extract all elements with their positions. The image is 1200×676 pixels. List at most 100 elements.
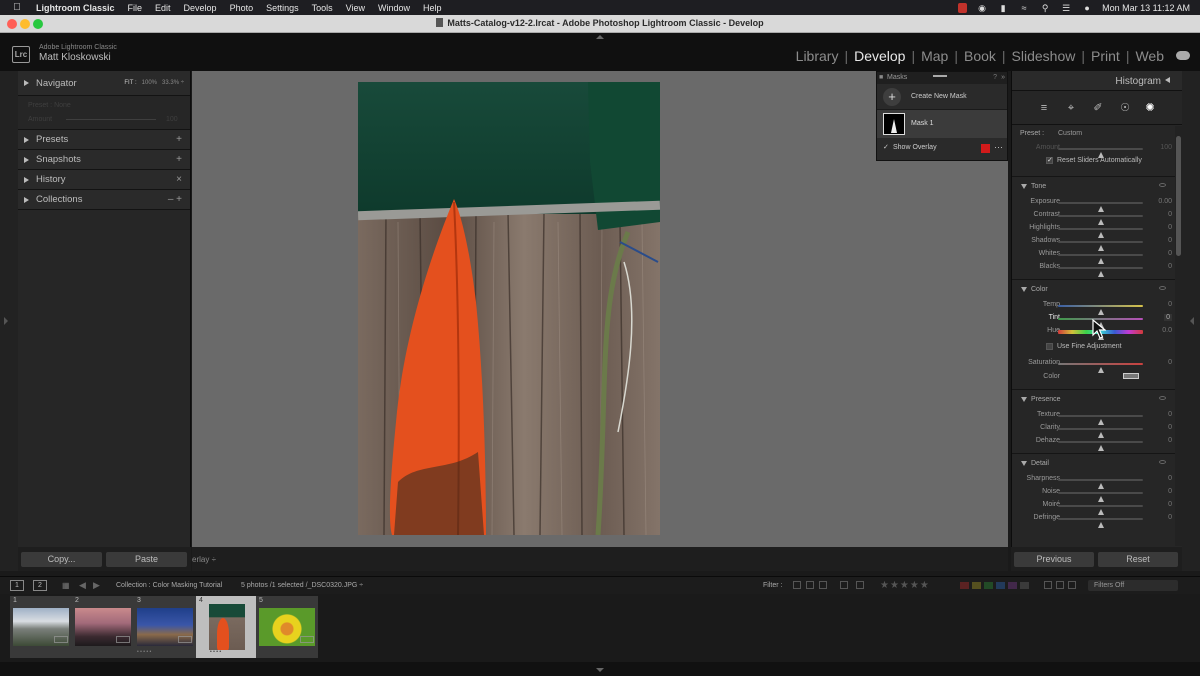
gray-label-filter[interactable] (1020, 582, 1029, 589)
moire-slider[interactable]: Moiré 0 (1012, 498, 1176, 515)
filmstrip-thumb[interactable]: 5 (256, 596, 318, 658)
menu-settings[interactable]: Settings (266, 3, 299, 13)
slider-track[interactable] (1058, 267, 1143, 277)
crop-icon[interactable]: ⌖ (1065, 102, 1077, 114)
cloud-sync-icon[interactable] (1176, 51, 1190, 60)
copy-button[interactable]: Copy... (21, 552, 102, 567)
kind-filter-icon[interactable] (1056, 581, 1064, 589)
reset-sliders-checkbox[interactable]: ✓ (1046, 157, 1053, 164)
kind-filter-icon[interactable] (1044, 581, 1052, 589)
noise-slider[interactable]: Noise 0 (1012, 485, 1176, 502)
slider-value[interactable]: 0 (1168, 488, 1172, 495)
recording-icon[interactable] (958, 2, 968, 13)
slider-value[interactable]: 0 (1168, 224, 1172, 231)
rating-filter-stars[interactable]: ★★★★★ (880, 580, 930, 591)
apple-icon[interactable]:  (10, 2, 24, 13)
battery-icon[interactable]: ▮ (997, 3, 1009, 13)
slider-track[interactable] (1058, 415, 1143, 425)
collections-header[interactable]: Collections – + (18, 190, 190, 210)
filters-dropdown[interactable]: Filters Off (1088, 580, 1178, 591)
whites-slider[interactable]: Whites 0 (1012, 247, 1176, 264)
module-map[interactable]: Map (915, 48, 954, 64)
slider-value[interactable]: 0 (1168, 501, 1172, 508)
sharpness-slider[interactable]: Sharpness 0 (1012, 472, 1176, 489)
menu-help[interactable]: Help (423, 3, 442, 13)
red-label-filter[interactable] (960, 582, 969, 589)
filmstrip-source[interactable]: Collection : Color Masking Tutorial (116, 582, 222, 589)
siri-icon[interactable]: ● (1081, 3, 1093, 13)
defringe-slider[interactable]: Defringe 0 (1012, 511, 1176, 528)
edit-filter-icon[interactable] (856, 581, 864, 589)
eye-icon[interactable] (1159, 460, 1166, 464)
more-options-icon[interactable]: ··· (994, 142, 1003, 152)
search-icon[interactable]: ⚲ (1039, 3, 1051, 13)
collections-add-remove-icon[interactable]: – + (168, 194, 182, 205)
masks-panel-header[interactable]: ■ Masks ? » (877, 72, 1007, 84)
slider-knob[interactable] (1097, 522, 1104, 528)
module-develop[interactable]: Develop (848, 48, 911, 64)
clarity-slider[interactable]: Clarity 0 (1012, 421, 1176, 438)
edit-filter-icon[interactable] (840, 581, 848, 589)
slider-value[interactable]: 0 (1168, 301, 1172, 308)
slider-track[interactable] (1058, 305, 1143, 315)
slider-track[interactable] (1058, 202, 1143, 212)
slider-track[interactable] (1058, 518, 1143, 528)
slider-value[interactable]: 0.00 (1158, 198, 1172, 205)
slider-knob[interactable] (1097, 271, 1104, 277)
reset-button[interactable]: Reset (1098, 552, 1178, 567)
collapse-top-panel-icon[interactable] (596, 35, 604, 39)
menu-tools[interactable]: Tools (312, 3, 333, 13)
slider-value[interactable]: 0 (1168, 424, 1172, 431)
add-preset-icon[interactable]: + (176, 134, 182, 145)
overlay-color-swatch[interactable] (981, 144, 990, 153)
module-web[interactable]: Web (1129, 48, 1170, 64)
fine-adjustment-checkbox[interactable] (1046, 343, 1053, 350)
add-snapshot-icon[interactable]: + (176, 154, 182, 165)
exposure-slider[interactable]: Exposure 0.00 (1012, 195, 1176, 212)
healing-icon[interactable]: ✐ (1092, 102, 1104, 114)
flag-filter-icon[interactable] (793, 581, 801, 589)
kind-filter-icon[interactable] (1068, 581, 1076, 589)
slider-knob[interactable] (1097, 445, 1104, 451)
menu-view[interactable]: View (346, 3, 365, 13)
previous-button[interactable]: Previous (1014, 552, 1094, 567)
slider-track[interactable] (1058, 505, 1143, 515)
wifi-icon[interactable]: ≈ (1018, 3, 1030, 13)
slider-track[interactable] (1058, 441, 1143, 451)
zoom-other[interactable]: 33.3% ÷ (162, 80, 184, 86)
photo-preview[interactable] (358, 82, 660, 535)
plus-icon[interactable]: + (883, 88, 901, 106)
module-print[interactable]: Print (1085, 48, 1126, 64)
edit-sliders-icon[interactable]: ≡ (1038, 102, 1050, 114)
slider-value[interactable]: 0 (1168, 437, 1172, 444)
eye-icon[interactable] (1159, 396, 1166, 400)
temp-slider[interactable]: Temp 0 (1012, 298, 1176, 315)
color-header[interactable]: Color (1012, 282, 1176, 298)
preset-value[interactable]: Custom (1058, 130, 1082, 137)
back-arrow-icon[interactable]: ◀ (79, 580, 86, 591)
slider-track[interactable] (1058, 492, 1143, 502)
slider-value[interactable]: 0 (1168, 475, 1172, 482)
module-book[interactable]: Book (958, 48, 1002, 64)
module-slideshow[interactable]: Slideshow (1006, 48, 1082, 64)
menu-file[interactable]: File (128, 3, 143, 13)
slider-track[interactable] (1058, 241, 1143, 251)
slider-value[interactable]: 100 (1160, 144, 1172, 151)
right-panel-scrollbar[interactable] (1175, 126, 1182, 546)
menu-photo[interactable]: Photo (230, 3, 254, 13)
filmstrip-thumb[interactable]: 1 (10, 596, 72, 658)
grid-view-icon[interactable]: ▦ (62, 581, 71, 590)
slider-value[interactable]: 0 (1168, 514, 1172, 521)
main-screen-button[interactable]: 1 (10, 580, 24, 591)
filmstrip-count[interactable]: 5 photos /1 selected /_DSC0320.JPG ÷ (241, 582, 363, 589)
slider-track[interactable] (1058, 148, 1143, 158)
help-icon[interactable]: ? (993, 72, 997, 84)
texture-slider[interactable]: Texture 0 (1012, 408, 1176, 425)
tone-header[interactable]: Tone (1012, 179, 1176, 195)
zoom-100[interactable]: 100% (142, 80, 157, 86)
masking-icon[interactable]: ✺ (1144, 102, 1156, 114)
toolbar-overlay-label[interactable]: erlay ÷ (192, 555, 216, 564)
saturation-slider[interactable]: Saturation 0 (1012, 356, 1176, 373)
clock[interactable]: Mon Mar 13 11:12 AM (1102, 3, 1190, 13)
blacks-slider[interactable]: Blacks 0 (1012, 260, 1176, 277)
